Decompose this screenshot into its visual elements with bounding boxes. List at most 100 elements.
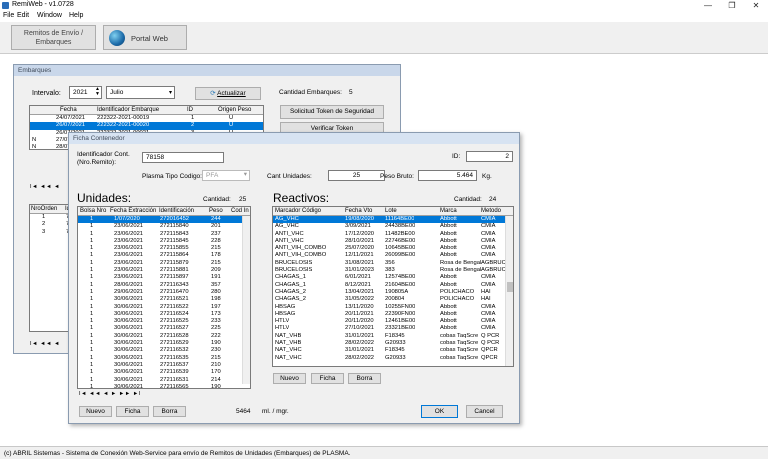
reactivo-row[interactable]: ANTI_VIH_COMBO 12/11/2021 26099BE00 Abbott C…: [273, 252, 513, 259]
unidad-row[interactable]: 1 23/06/2021 272115864 178: [78, 252, 250, 259]
cant-unidades-label: Cant Unidades:: [267, 173, 312, 180]
month-select[interactable]: Julio ▾: [106, 86, 175, 99]
unidad-row[interactable]: 1 28/06/2021 272116343 357: [78, 282, 250, 289]
unidad-row[interactable]: 1 30/06/2021 272116521 198: [78, 296, 250, 303]
reactivo-row[interactable]: ANTI_VHC 17/12/2020 11482BE00 Abbott CMIA: [273, 231, 513, 238]
reactivo-row[interactable]: BRUCELOSIS 31/08/2021 356 Rosa de Bengal AGB…: [273, 260, 513, 267]
unidad-row[interactable]: 1 23/06/2021 272115843 237: [78, 231, 250, 238]
unidad-row[interactable]: 1 23/06/2021 272115897 191: [78, 274, 250, 281]
unidad-row[interactable]: 1 23/06/2021 272115855 215: [78, 245, 250, 252]
menu-file[interactable]: File: [3, 12, 14, 19]
unidad-row[interactable]: 1 30/06/2021 272116539 170: [78, 369, 250, 376]
embarque-row[interactable]: 26/07/2021 222322-2021-00020 2 U: [30, 122, 263, 130]
reactivo-row[interactable]: ANTI_VIH_COMBO 25/07/2020 10645BE00 Abbott C…: [273, 245, 513, 252]
reactivo-row-cell: Abbott: [440, 274, 457, 281]
unidad-row[interactable]: 1 23/06/2021 272115879 215: [78, 260, 250, 267]
nav-prev-page-icon[interactable]: ◄◄: [40, 184, 52, 190]
id-field[interactable]: 2: [466, 151, 513, 162]
unidad-row[interactable]: 1 30/06/2021 272116528 222: [78, 333, 250, 340]
unidades-nuevo-button[interactable]: Nuevo: [79, 406, 112, 417]
plasma-tipo-select[interactable]: PFA ▾: [202, 170, 250, 181]
peso-bruto-label: Peso Bruto:: [380, 173, 414, 180]
nav-prev-icon[interactable]: ◄: [54, 341, 60, 347]
unidad-row-cell: 1: [90, 259, 94, 266]
reactivos-borra-button[interactable]: Borra: [348, 373, 381, 384]
reactivo-row[interactable]: NAT_VHC 31/01/2021 F18345 cobas TaqScre QPCR: [273, 347, 513, 354]
portal-web-button[interactable]: Portal Web: [103, 25, 187, 50]
nav-first-icon[interactable]: I◄: [30, 341, 38, 347]
cancel-button[interactable]: Cancel: [466, 405, 503, 418]
unidad-row-cell: 272115855: [160, 245, 189, 252]
unidad-row[interactable]: 1 29/06/2021 272116470 280: [78, 289, 250, 296]
menu-window[interactable]: Window: [37, 12, 62, 19]
reactivo-row-cell: AG_VHC: [275, 216, 299, 222]
year-field[interactable]: 2021 ▲ ▼: [69, 86, 102, 99]
reactivo-row[interactable]: NAT_VHC 28/02/2022 G20933 cobas TaqScre QPCR: [273, 355, 513, 362]
unidades-scrollbar[interactable]: [242, 216, 250, 384]
unidad-row[interactable]: 1 23/06/2021 272115840 201: [78, 223, 250, 230]
intervalo-label: Intervalo:: [32, 90, 61, 97]
reactivo-row[interactable]: ANTI_VHC 28/10/2021 22746BE00 Abbott CMIA: [273, 238, 513, 245]
remitos-envio-button[interactable]: Remitos de Envío / Embarques: [11, 25, 96, 50]
reactivo-row[interactable]: CHAGAS_1 6/01/2021 12574BE00 Abbott CMIA: [273, 274, 513, 281]
nav-first-icon[interactable]: I◄: [30, 184, 38, 190]
unidades-ficha-button[interactable]: Ficha: [116, 406, 149, 417]
minimize-button[interactable]: —: [696, 0, 720, 11]
reactivo-row[interactable]: CHAGAS_2 31/05/2022 200804 POLICHACO HAI: [273, 296, 513, 303]
reactivo-row[interactable]: HBSAG 20/11/2021 22390FN00 Abbott CMIA: [273, 311, 513, 318]
reactivos-scrollbar[interactable]: [505, 216, 513, 366]
id-label: ID:: [452, 153, 461, 160]
cant-unidades-field[interactable]: 25: [328, 170, 385, 181]
reactivo-row[interactable]: HTLV 20/11/2020 12461BE00 Abbott CMIA: [273, 318, 513, 325]
ident-field[interactable]: 78158: [142, 152, 224, 163]
reactivo-row-cell: 10645BE00: [385, 245, 416, 252]
reactivo-row[interactable]: HTLV 27/10/2021 23321BE00 Abbott CMIA: [273, 325, 513, 332]
reactivo-row[interactable]: CHAGAS_2 13/04/2021 190805A POLICHACO HAI: [273, 289, 513, 296]
spin-icon[interactable]: ▲ ▼: [95, 87, 100, 97]
reactivo-row[interactable]: NAT_VHB 28/02/2022 G20933 cobas TaqScre Q PC…: [273, 340, 513, 347]
close-button[interactable]: ✕: [744, 0, 768, 11]
embarque-row[interactable]: 24/07/2021 222322-2021-00019 1 U: [30, 115, 263, 122]
reactivo-row[interactable]: BRUCELOSIS 31/01/2023 383 Rosa de Bengal AGB…: [273, 267, 513, 274]
reactivo-row-cell: 13/11/2020: [345, 303, 374, 310]
ok-button[interactable]: OK: [421, 405, 458, 418]
actualizar-button[interactable]: ⟳ Actualizar: [195, 87, 261, 100]
peso-bruto-field[interactable]: 5.464: [418, 170, 477, 181]
nav-last-icon[interactable]: ►I: [133, 391, 141, 397]
unidad-row[interactable]: 1 30/06/2021 272116522 197: [78, 304, 250, 311]
unidades-borra-button[interactable]: Borra: [153, 406, 186, 417]
solicitud-token-button[interactable]: Solicitud Token de Seguridad: [280, 105, 384, 119]
reactivo-row[interactable]: CHAGAS_1 8/12/2021 21604BE00 Abbott CMIA: [273, 282, 513, 289]
unidad-row[interactable]: 1 30/06/2021 272116529 190: [78, 340, 250, 347]
reactivos-nuevo-button[interactable]: Nuevo: [273, 373, 306, 384]
menu-help[interactable]: Help: [69, 12, 83, 19]
unidad-row[interactable]: 1 23/06/2021 272115845 228: [78, 238, 250, 245]
maximize-button[interactable]: ❐: [720, 0, 744, 11]
unidad-row[interactable]: 1 30/06/2021 272116537 210: [78, 362, 250, 369]
reactivos-cantidad-label: Cantidad:: [454, 196, 482, 203]
reactivo-row[interactable]: AG_VHC 19/08/2020 11164BE00 Abbott CMIA: [273, 216, 513, 224]
menu-edit[interactable]: Edit: [17, 12, 29, 19]
nav-prev-icon[interactable]: ◄: [54, 184, 60, 190]
nav-prev-page-icon[interactable]: ◄◄: [89, 391, 101, 397]
scroll-thumb[interactable]: [507, 282, 513, 292]
nav-first-icon[interactable]: I◄: [79, 391, 87, 397]
nav-next-page-icon[interactable]: ►►: [119, 391, 131, 397]
reactivo-row[interactable]: AG_VHC 3/09/2021 24438BE00 Abbott CMIA: [273, 223, 513, 230]
nav-prev-page-icon[interactable]: ◄◄: [40, 341, 52, 347]
unidad-row[interactable]: 1 23/06/2021 272115881 209: [78, 267, 250, 274]
reactivo-row[interactable]: NAT_VHB 31/01/2021 F18345 cobas TaqScre Q PC…: [273, 333, 513, 340]
unidad-row[interactable]: 1 30/06/2021 272116531 214: [78, 377, 250, 384]
unidad-row[interactable]: 1 30/06/2021 272116532 230: [78, 347, 250, 354]
col-peso: Peso: [209, 208, 223, 214]
nav-prev-icon[interactable]: ◄: [103, 391, 109, 397]
reactivo-row[interactable]: HBSAG 13/11/2020 10255FN00 Abbott CMIA: [273, 304, 513, 311]
unidad-row[interactable]: 1 30/06/2021 272116525 233: [78, 318, 250, 325]
unidad-row[interactable]: 1 30/06/2021 272116535 215: [78, 355, 250, 362]
unidad-row[interactable]: 1 1/07/2020 272016452 244: [78, 216, 250, 224]
reactivos-ficha-button[interactable]: Ficha: [311, 373, 344, 384]
unidad-row[interactable]: 1 30/06/2021 272116565 190: [78, 384, 250, 388]
unidad-row[interactable]: 1 30/06/2021 272116527 225: [78, 325, 250, 332]
nav-next-icon[interactable]: ►: [111, 391, 117, 397]
unidad-row[interactable]: 1 30/06/2021 272116524 173: [78, 311, 250, 318]
